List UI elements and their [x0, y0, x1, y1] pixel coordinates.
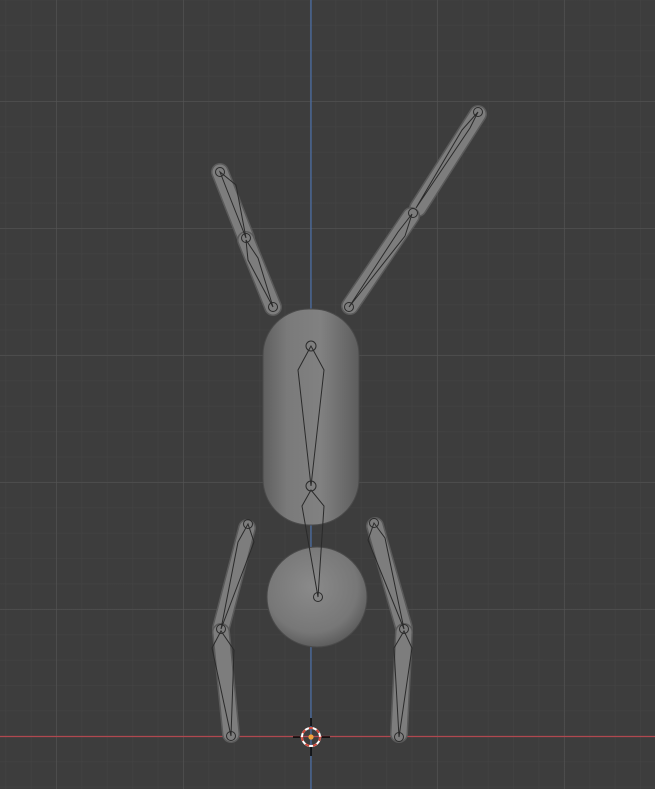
- scene-canvas[interactable]: [0, 0, 655, 789]
- left-forearm-mesh[interactable]: [237, 231, 282, 316]
- 3d-cursor-icon[interactable]: [293, 718, 330, 756]
- left-shin-mesh[interactable]: [212, 623, 240, 743]
- left-thigh-mesh[interactable]: [212, 519, 256, 637]
- right-thigh-mesh[interactable]: [366, 517, 413, 637]
- head-mesh[interactable]: [266, 546, 368, 648]
- 3d-viewport[interactable]: [0, 0, 655, 789]
- right-forearm-mesh[interactable]: [341, 207, 420, 315]
